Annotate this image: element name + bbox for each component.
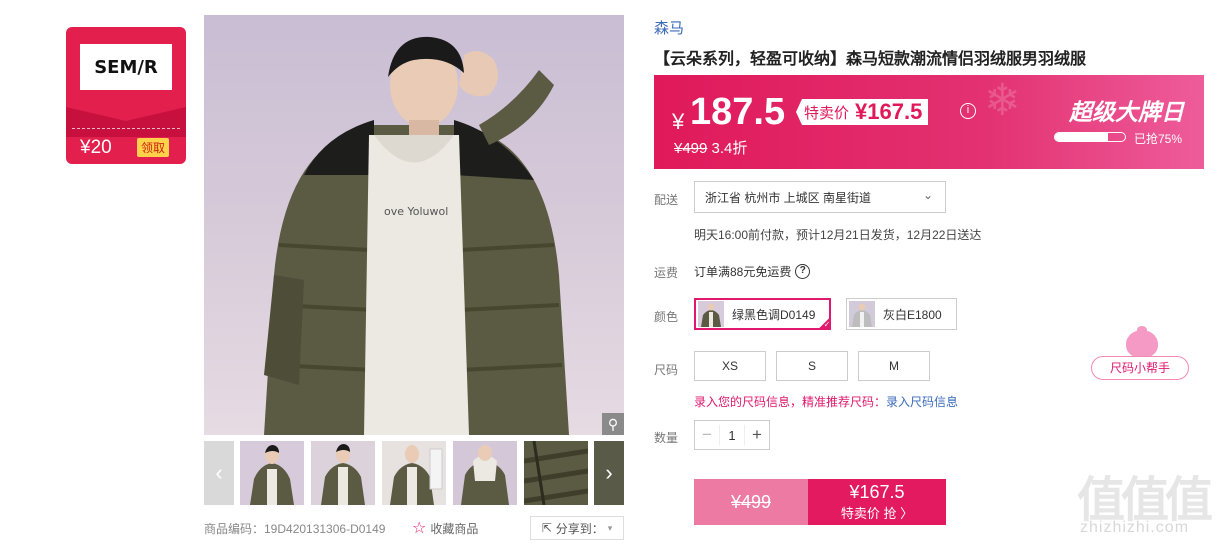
caret-down-icon: ▾ <box>607 522 613 533</box>
favorite-label: 收藏商品 <box>430 521 479 536</box>
size-option-s[interactable]: S <box>776 351 848 381</box>
coupon-amount: ¥20 <box>80 137 112 158</box>
buy-sale-button[interactable]: ¥167.5 特卖价 抢 〉 <box>808 479 946 525</box>
promo-price-tag: 特卖价 ¥167.5 <box>796 99 929 125</box>
buy-sale-price: ¥167.5 <box>849 482 905 502</box>
buy-original-price: ¥499 <box>730 491 772 512</box>
star-icon: ☆ <box>412 520 427 537</box>
thumbnail-image <box>240 441 304 505</box>
brand-coupon-card[interactable]: SEM/R ¥20 领取 <box>66 27 186 164</box>
price-info-icon[interactable]: i <box>960 103 976 119</box>
delivery-label: 配送 <box>654 193 679 207</box>
thumbnail-next-button[interactable]: › <box>594 441 624 505</box>
original-price-row: ¥499 3.4折 <box>674 137 747 158</box>
promo-price: ¥167.5 <box>855 99 923 124</box>
help-icon[interactable]: ? <box>795 264 811 279</box>
discount-rate: 3.4折 <box>711 140 748 157</box>
size-helper-button[interactable]: 尺码小帮手 <box>1091 326 1189 382</box>
chevron-right-icon: › <box>605 460 613 485</box>
shipping-fee-label: 运费 <box>654 266 679 280</box>
thumbnail-image <box>382 441 446 505</box>
size-helper-mascot-icon <box>1126 330 1158 358</box>
color-label: 颜色 <box>654 310 679 324</box>
selected-check-icon: ✓ <box>817 316 832 330</box>
quantity-decrease-button[interactable]: − <box>695 425 720 445</box>
currency-symbol: ¥ <box>672 109 685 134</box>
quantity-value[interactable]: 1 <box>720 428 744 443</box>
model-in-down-jacket-illustration: ove Yoluwol <box>264 36 569 435</box>
watermark-text: zhizhizhi.com <box>1080 519 1190 536</box>
promo-label: 特卖价 <box>804 104 850 122</box>
thumbnail-image <box>311 441 375 505</box>
svg-text:ove Yoluwol: ove Yoluwol <box>384 205 448 218</box>
original-price-button[interactable]: ¥499 <box>694 479 808 525</box>
delivery-location-select[interactable]: 浙江省 杭州市 上城区 南星街道 ⌄ <box>694 181 946 213</box>
price-band: ❄ ¥ 187.5 特卖价 ¥167.5 i ¥499 3.4折 超级大牌日 已… <box>654 75 1204 169</box>
color-option-grey-white[interactable]: 灰白E1800 <box>846 298 957 330</box>
delivery-location: 浙江省 杭州市 上城区 南星街道 <box>705 190 872 205</box>
color-swatch-image <box>849 301 875 327</box>
thumbnail-1[interactable] <box>240 441 304 505</box>
thumbnail-prev-button[interactable]: ‹ <box>204 441 234 505</box>
sold-progress-bar <box>1054 132 1126 142</box>
size-helper-label: 尺码小帮手 <box>1091 356 1189 380</box>
chevron-down-icon: ⌄ <box>922 188 933 202</box>
share-button[interactable]: ⇱ 分享到： ▾ <box>530 516 624 540</box>
thumbnail-image <box>524 441 588 505</box>
size-label: 尺码 <box>654 363 679 377</box>
shipping-fee-text: 订单满88元免运费 <box>694 265 792 279</box>
claim-coupon-button[interactable]: 领取 <box>137 138 170 157</box>
delivery-estimate: 明天16:00前付款，预计12月21日发货，12月22日送达 <box>694 228 982 242</box>
coupon-divider <box>72 128 180 129</box>
thumbnail-5[interactable] <box>524 441 588 505</box>
snowflake-decoration-icon: ❄ <box>984 76 1021 125</box>
main-product-image[interactable]: ove Yoluwol ⚲ <box>204 15 624 435</box>
zoom-icon[interactable]: ⚲ <box>602 413 624 435</box>
brand-logo: SEM/R <box>80 44 172 90</box>
thumbnail-image <box>453 441 517 505</box>
current-price: 187.5 <box>690 91 786 133</box>
quantity-stepper: − 1 + <box>694 420 770 450</box>
quantity-label: 数量 <box>654 431 679 445</box>
size-hint: 录入您的尺码信息，精准推荐尺码：录入尺码信息 <box>694 393 958 410</box>
product-title: 【云朵系列，轻盈可收纳】森马短款潮流情侣羽绒服男羽绒服 <box>654 51 1087 68</box>
color-swatch-image <box>698 301 724 327</box>
share-icon: ⇱ <box>541 521 552 535</box>
buy-sale-label: 特卖价 抢 〉 <box>840 506 914 521</box>
color-option-green-black[interactable]: 绿黑色调D0149 ✓ <box>694 298 832 330</box>
color-option-label: 绿黑色调D0149 <box>732 307 816 322</box>
favorite-button[interactable]: ☆ 收藏商品 <box>412 518 478 538</box>
thumbnail-2[interactable] <box>311 441 375 505</box>
sold-percentage: 已抢75% <box>1134 132 1183 146</box>
event-name: 超级大牌日 <box>1069 99 1184 125</box>
size-hint-text: 录入您的尺码信息，精准推荐尺码： <box>694 395 887 409</box>
brand-link[interactable]: 森马 <box>654 17 684 38</box>
thumbnail-3[interactable] <box>382 441 446 505</box>
sold-progress-fill <box>1055 133 1108 141</box>
share-label: 分享到： <box>555 521 604 536</box>
enter-size-info-link[interactable]: 录入尺码信息 <box>886 395 958 409</box>
product-code: 商品编码：19D420131306-D0149 <box>204 522 386 536</box>
shipping-fee-row: 订单满88元免运费 ? <box>694 263 811 280</box>
size-option-xs[interactable]: XS <box>694 351 766 381</box>
coupon-chevron-decoration <box>66 107 186 137</box>
color-option-label: 灰白E1800 <box>883 307 942 322</box>
size-option-m[interactable]: M <box>858 351 930 381</box>
thumbnail-4[interactable] <box>453 441 517 505</box>
quantity-increase-button[interactable]: + <box>744 425 769 445</box>
original-price: ¥499 <box>674 140 708 157</box>
chevron-left-icon: ‹ <box>215 460 223 485</box>
